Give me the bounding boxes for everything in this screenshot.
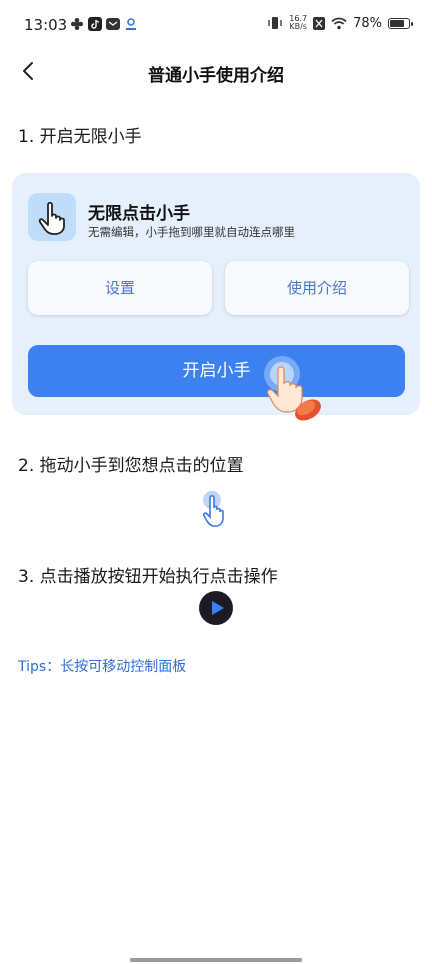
step-2-title: 2. 拖动小手到您想点击的位置 xyxy=(18,456,244,476)
tiktok-icon xyxy=(88,17,102,31)
app-icon xyxy=(28,193,76,241)
page: 13:03 16.7 KB/s 78% 普通小手使用介绍 1. 开启无限小手 无… xyxy=(0,0,432,964)
home-indicator[interactable] xyxy=(130,958,302,962)
step-1-title: 1. 开启无限小手 xyxy=(18,127,142,147)
app-description: 无需编辑，小手拖到哪里就自动连点哪里 xyxy=(88,225,295,239)
header: 普通小手使用介绍 xyxy=(0,52,432,92)
intro-button[interactable]: 使用介绍 xyxy=(225,261,409,315)
mail-icon xyxy=(106,18,120,30)
settings-button[interactable]: 设置 xyxy=(28,261,212,315)
battery-percent: 78% xyxy=(353,15,382,31)
wifi-icon xyxy=(331,17,347,29)
page-title: 普通小手使用介绍 xyxy=(148,66,284,86)
app-card: 无限点击小手 无需编辑，小手拖到哪里就自动连点哪里 设置 使用介绍 开启小手 xyxy=(12,173,420,415)
sim-off-icon xyxy=(313,16,326,30)
network-speed: 16.7 KB/s xyxy=(289,15,307,31)
tap-hand-illustration xyxy=(264,356,321,421)
battery-fill xyxy=(390,19,404,27)
system-status: 16.7 KB/s 78% xyxy=(267,15,413,31)
status-time: 13:03 xyxy=(24,16,68,34)
hand-pointer-icon xyxy=(38,201,65,235)
notification-icons xyxy=(70,17,138,31)
status-bar: 13:03 16.7 KB/s 78% xyxy=(0,0,432,52)
drag-hand-icon xyxy=(202,491,224,527)
app-name: 无限点击小手 xyxy=(88,204,190,224)
network-speed-unit: KB/s xyxy=(289,22,307,31)
step-3-title: 3. 点击播放按钮开始执行点击操作 xyxy=(18,567,278,587)
play-icon xyxy=(199,591,233,625)
vibrate-icon xyxy=(268,17,282,29)
start-hand-label: 开启小手 xyxy=(182,361,251,381)
tips-text: Tips：长按可移动控制面板 xyxy=(18,659,187,675)
fan-app-icon xyxy=(71,18,83,30)
start-hand-button[interactable]: 开启小手 xyxy=(28,345,405,397)
battery-icon xyxy=(388,17,413,29)
assistant-icon xyxy=(126,18,136,30)
